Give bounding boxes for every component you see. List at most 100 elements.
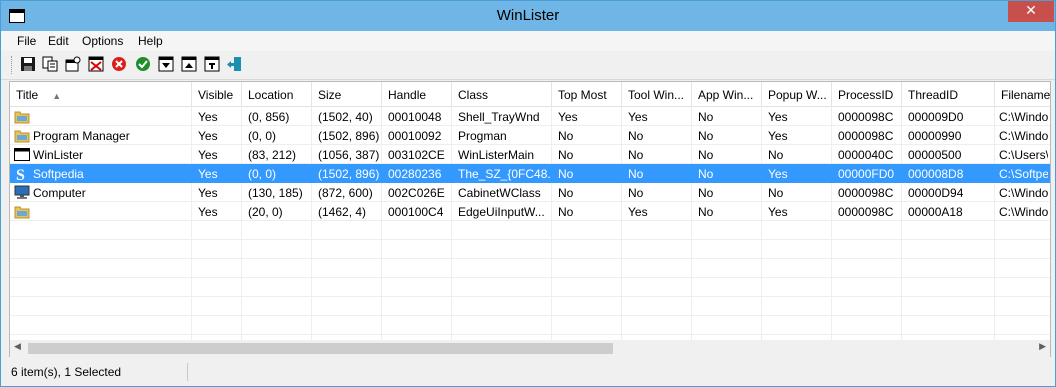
- table-row[interactable]: Program Manager Yes (0, 0) (1502, 896) 00010…: [10, 126, 1050, 145]
- cell-class: Shell_TrayWnd: [458, 110, 540, 124]
- cell-process-id: 00000FD0: [838, 167, 895, 181]
- cell-size: (1502, 40): [318, 110, 373, 124]
- cell-process-id: 0000098C: [838, 129, 894, 143]
- column-header-thread-id[interactable]: ThreadID: [902, 82, 995, 106]
- menu-options[interactable]: Options: [82, 34, 123, 48]
- cell-app-window: No: [698, 148, 714, 162]
- cell-thread-id: 000008D8: [908, 167, 964, 181]
- cell-title: Softpedia: [33, 167, 84, 181]
- cell-size: (872, 600): [318, 186, 373, 200]
- folder-icon: [14, 111, 30, 124]
- window-icon: [14, 148, 30, 161]
- column-header-visible[interactable]: Visible: [192, 82, 242, 106]
- properties-icon[interactable]: [65, 56, 81, 72]
- table-row[interactable]: Yes (0, 856) (1502, 40) 00010048 Shell_TrayW…: [10, 107, 1050, 126]
- grid-row-line: [10, 334, 1050, 335]
- cell-popup-window: No: [768, 148, 784, 162]
- cell-class: The_SZ_{0FC48...: [458, 167, 550, 181]
- scroll-right-arrow-icon[interactable]: ▶: [1039, 342, 1046, 352]
- cell-tool-window: No: [628, 186, 644, 200]
- cell-process-id: 0000098C: [838, 110, 894, 124]
- cell-filename: C:\Windo: [999, 186, 1048, 200]
- close-button[interactable]: ✕: [1008, 1, 1054, 22]
- cell-tool-window: Yes: [628, 205, 648, 219]
- cell-tool-window: Yes: [628, 110, 648, 124]
- column-header-size[interactable]: Size: [312, 82, 382, 106]
- column-header-class[interactable]: Class: [452, 82, 552, 106]
- cell-visible: Yes: [198, 148, 218, 162]
- cell-popup-window: No: [768, 186, 784, 200]
- cell-top-most: No: [558, 129, 574, 143]
- toolbar-grip[interactable]: [11, 56, 13, 74]
- cell-filename: C:\Softpe: [999, 167, 1048, 181]
- cell-visible: Yes: [198, 167, 218, 181]
- cell-class: CabinetWClass: [458, 186, 541, 200]
- scroll-left-arrow-icon[interactable]: ◀: [14, 342, 21, 352]
- cell-process-id: 0000098C: [838, 205, 894, 219]
- horizontal-scrollbar[interactable]: ◀ ▶: [10, 340, 1050, 357]
- cell-visible: Yes: [198, 110, 218, 124]
- status-divider: [187, 363, 188, 381]
- maximize-window-icon[interactable]: [181, 56, 197, 72]
- table-row-selected[interactable]: S Softpedia Yes (0, 0) (1502, 896) 00280236 Th…: [10, 164, 1050, 183]
- cell-visible: Yes: [198, 205, 218, 219]
- cell-location: (0, 0): [248, 129, 277, 143]
- column-header-title[interactable]: Title ▲: [10, 82, 192, 106]
- restore-window-icon[interactable]: [204, 56, 220, 72]
- svg-text:S: S: [16, 167, 25, 181]
- toolbar: [1, 51, 1055, 80]
- cell-size: (1502, 896): [318, 167, 380, 181]
- scroll-thumb[interactable]: [28, 343, 613, 354]
- menu-help[interactable]: Help: [138, 34, 163, 48]
- grid-row-line: [10, 296, 1050, 297]
- column-header-filename[interactable]: Filename: [995, 82, 1050, 106]
- copy-icon[interactable]: [42, 56, 58, 72]
- column-header-tool-window[interactable]: Tool Win...: [622, 82, 692, 106]
- column-header-handle[interactable]: Handle: [382, 82, 452, 106]
- grid-row-line: [10, 258, 1050, 259]
- column-header-process-id[interactable]: ProcessID: [832, 82, 902, 106]
- cell-size: (1462, 4): [318, 205, 367, 219]
- cell-process-id: 0000040C: [838, 148, 894, 162]
- stop-icon[interactable]: [111, 56, 127, 72]
- cell-tool-window: No: [628, 148, 644, 162]
- cell-tool-window: No: [628, 129, 644, 143]
- menu-edit[interactable]: Edit: [48, 34, 69, 48]
- column-header-location[interactable]: Location: [242, 82, 312, 106]
- save-icon[interactable]: [20, 56, 36, 72]
- grid-row-line: [10, 315, 1050, 316]
- table-row[interactable]: Yes (20, 0) (1462, 4) 000100C4 EdgeUiInputW.…: [10, 202, 1050, 221]
- cell-top-most: No: [558, 167, 574, 181]
- cell-location: (130, 185): [248, 186, 303, 200]
- cell-handle: 00010092: [388, 129, 442, 143]
- folder-icon: [14, 130, 30, 143]
- cell-thread-id: 00000D94: [908, 186, 964, 200]
- column-header-popup-window[interactable]: Popup W...: [762, 82, 832, 106]
- minimize-window-icon[interactable]: [158, 56, 174, 72]
- cell-app-window: No: [698, 205, 714, 219]
- status-text: 6 item(s), 1 Selected: [11, 365, 122, 379]
- window-title: WinLister: [496, 7, 560, 24]
- cell-location: (83, 212): [248, 148, 297, 162]
- table-row[interactable]: WinLister Yes (83, 212) (1056, 387) 003102CE…: [10, 145, 1050, 164]
- cell-filename: C:\Users\: [999, 148, 1048, 162]
- window-list[interactable]: Title ▲ Visible Location Size Handle Clas…: [9, 81, 1051, 358]
- cell-filename: C:\Windo: [999, 129, 1048, 143]
- cell-app-window: No: [698, 129, 714, 143]
- sort-ascending-icon: ▲: [52, 91, 62, 101]
- title-bar[interactable]: WinLister ✕: [1, 1, 1055, 31]
- column-header-top-most[interactable]: Top Most: [552, 82, 622, 106]
- cell-thread-id: 00000990: [908, 129, 962, 143]
- cell-thread-id: 00000500: [908, 148, 962, 162]
- cell-thread-id: 00000A18: [908, 205, 963, 219]
- cell-popup-window: Yes: [768, 129, 788, 143]
- exit-icon[interactable]: [227, 56, 243, 72]
- column-header-app-window[interactable]: App Win...: [692, 82, 762, 106]
- cell-thread-id: 000009D0: [908, 110, 964, 124]
- menu-file[interactable]: File: [17, 34, 36, 48]
- check-icon[interactable]: [135, 56, 151, 72]
- close-window-icon[interactable]: [88, 56, 104, 72]
- table-row[interactable]: Computer Yes (130, 185) (872, 600) 002C026E C…: [10, 183, 1050, 202]
- cell-process-id: 0000098C: [838, 186, 894, 200]
- cell-title: WinLister: [33, 148, 84, 162]
